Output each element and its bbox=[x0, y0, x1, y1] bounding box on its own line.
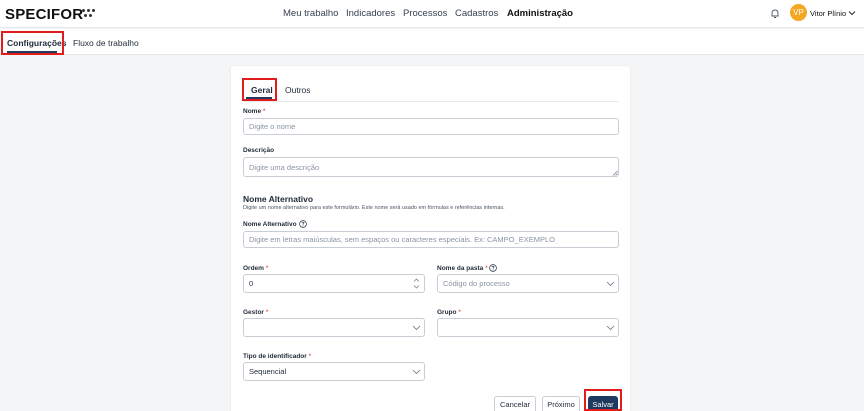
sub-navbar: Configurações Fluxo de trabalho bbox=[0, 29, 864, 55]
avatar[interactable]: VP bbox=[790, 4, 807, 21]
chevron-down-icon[interactable] bbox=[606, 281, 615, 287]
alt-name-section-title: Nome Alternativo bbox=[243, 194, 314, 204]
descricao-textarea[interactable]: Digite uma descrição bbox=[243, 157, 619, 177]
gestor-select[interactable] bbox=[243, 318, 425, 337]
nome-label: Nome * bbox=[243, 108, 266, 115]
descricao-label: Descrição bbox=[243, 147, 275, 154]
chevron-down-icon[interactable] bbox=[848, 9, 856, 17]
nome-pasta-select[interactable]: Código do processo bbox=[437, 274, 619, 293]
user-name[interactable]: Vitor Plínio bbox=[810, 9, 846, 18]
tab-outros[interactable]: Outros bbox=[285, 85, 311, 95]
cancel-button[interactable]: Cancelar bbox=[494, 396, 536, 411]
nome-alternativo-label: Nome Alternativo bbox=[243, 221, 297, 228]
help-icon[interactable] bbox=[489, 264, 497, 272]
chevron-down-icon[interactable] bbox=[412, 369, 421, 375]
nav-processos[interactable]: Processos bbox=[403, 8, 447, 19]
nav-cadastros[interactable]: Cadastros bbox=[455, 8, 498, 19]
tipo-identificador-select[interactable]: Sequencial bbox=[243, 362, 425, 381]
logo-dots-icon bbox=[82, 9, 96, 19]
nome-input[interactable]: Digite o nome bbox=[243, 118, 619, 135]
tab-fluxo-de-trabalho[interactable]: Fluxo de trabalho bbox=[73, 38, 139, 48]
nav-indicadores[interactable]: Indicadores bbox=[346, 8, 395, 19]
chevron-down-icon[interactable] bbox=[412, 325, 421, 331]
gestor-label: Gestor * bbox=[243, 309, 269, 316]
logo[interactable]: SPECIFOR bbox=[5, 6, 83, 23]
grupo-label: Grupo * bbox=[437, 309, 461, 316]
help-icon[interactable] bbox=[299, 220, 307, 228]
resize-handle-icon[interactable] bbox=[612, 170, 618, 176]
highlight-box-configuracoes bbox=[1, 31, 64, 55]
top-navbar: SPECIFOR Meu trabalho Indicadores Proces… bbox=[0, 0, 864, 28]
highlight-box-salvar bbox=[584, 389, 622, 411]
chevron-down-icon[interactable] bbox=[606, 325, 615, 331]
nome-alternativo-input[interactable]: Digite em letras maiúsculas, sem espaços… bbox=[243, 231, 619, 248]
alt-name-section-desc: Digite um nome alternativo para este for… bbox=[243, 205, 505, 211]
stepper-arrows-icon[interactable] bbox=[413, 277, 420, 290]
nome-pasta-label: Nome da pasta * bbox=[437, 265, 488, 272]
nav-administracao[interactable]: Administração bbox=[507, 8, 573, 19]
ordem-label: Ordem * bbox=[243, 265, 269, 272]
nav-meu-trabalho[interactable]: Meu trabalho bbox=[283, 8, 338, 19]
tabs-divider bbox=[243, 101, 619, 102]
highlight-box-geral bbox=[242, 78, 277, 101]
grupo-select[interactable] bbox=[437, 318, 619, 337]
ordem-number-input[interactable]: 0 bbox=[243, 274, 425, 293]
next-button[interactable]: Próximo bbox=[542, 396, 580, 411]
bell-icon[interactable] bbox=[770, 8, 780, 19]
tipo-identificador-label: Tipo de identificador * bbox=[243, 353, 312, 360]
